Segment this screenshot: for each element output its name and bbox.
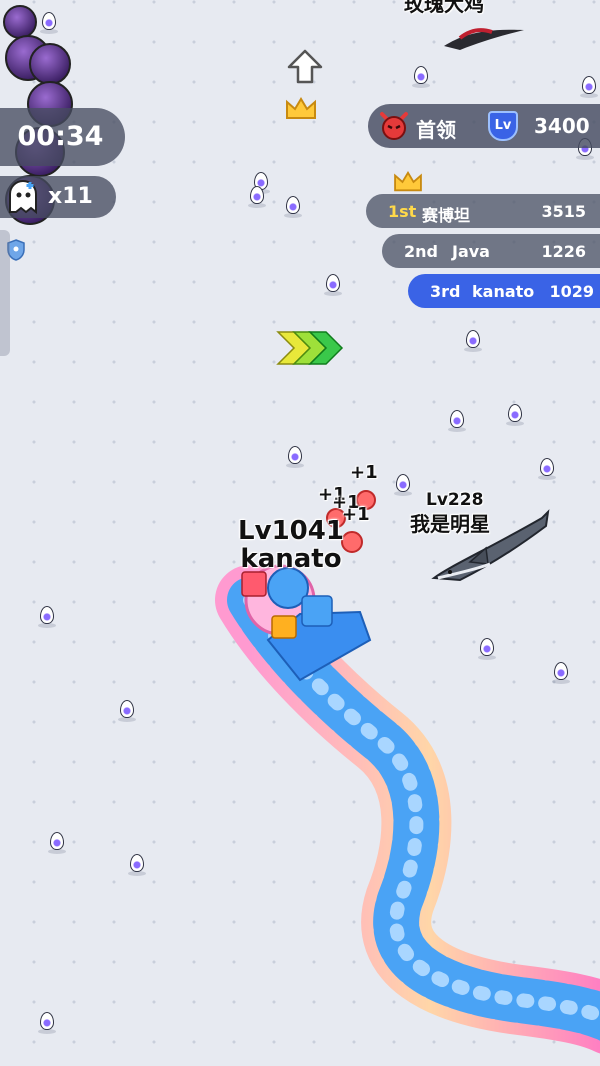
- player-name-tag: kanato: [240, 544, 342, 574]
- score-popup: +1: [350, 462, 378, 483]
- player-level: Lv1041: [238, 516, 344, 546]
